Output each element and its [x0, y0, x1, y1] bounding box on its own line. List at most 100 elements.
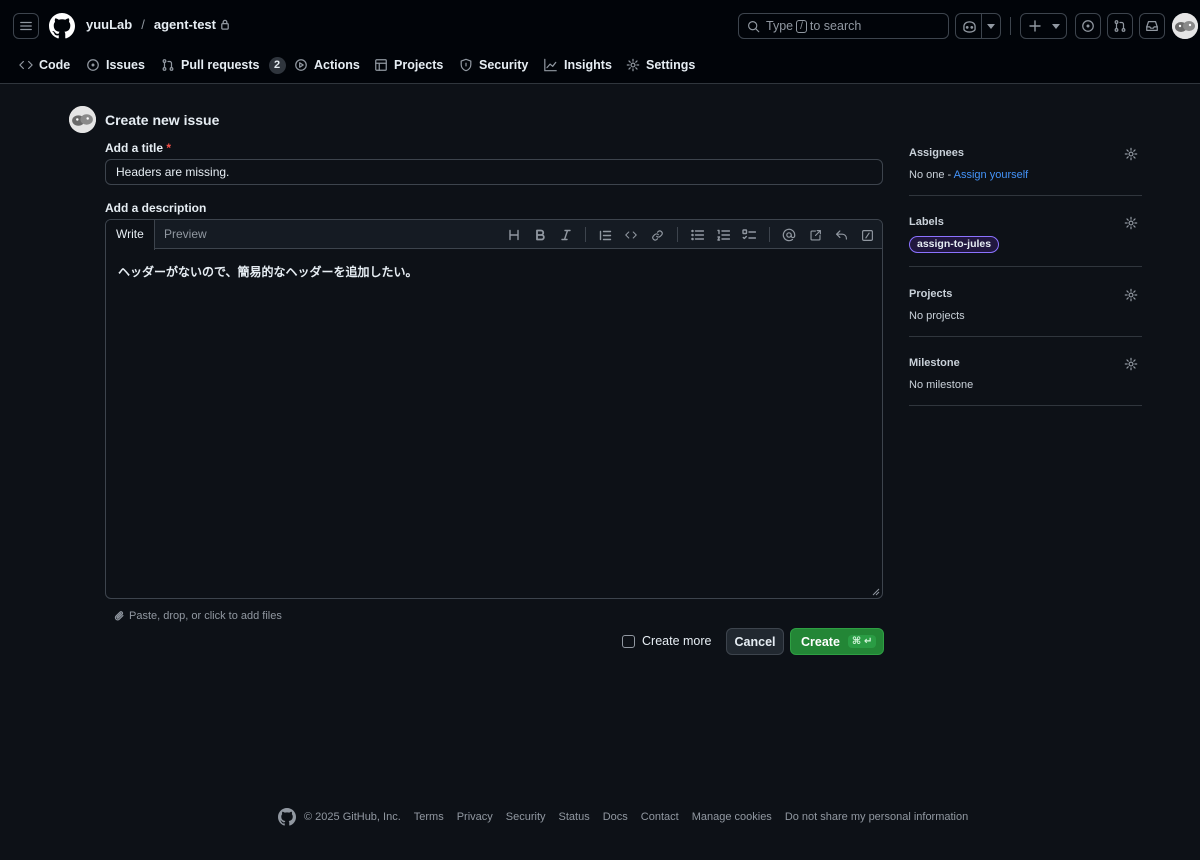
breadcrumb-separator: / — [141, 17, 145, 32]
shield-icon — [460, 58, 472, 72]
list-unordered-icon — [690, 229, 704, 241]
milestone-section: Milestone No milestone — [909, 357, 1142, 397]
footer-link-do-not-share[interactable]: Do not share my personal information — [785, 811, 968, 823]
slash-commands-button[interactable] — [859, 227, 875, 243]
heading-button[interactable] — [506, 227, 522, 243]
gear-icon[interactable] — [1124, 357, 1138, 371]
tab-projects[interactable]: Projects — [374, 50, 443, 80]
footer-copyright: © 2025 GitHub, Inc. — [304, 811, 401, 823]
quote-button[interactable] — [597, 227, 613, 243]
footer-link-docs[interactable]: Docs — [603, 811, 628, 823]
breadcrumb: yuuLab / agent-test — [86, 17, 230, 32]
footer-link-privacy[interactable]: Privacy — [457, 811, 493, 823]
projects-section: Projects No projects — [909, 288, 1142, 328]
code-icon — [19, 60, 33, 70]
chevron-down-icon — [1052, 24, 1060, 29]
user-avatar[interactable] — [1172, 13, 1198, 39]
heading-icon — [509, 229, 519, 241]
assign-yourself-link[interactable]: Assign yourself — [954, 169, 1029, 181]
task-list-button[interactable] — [741, 227, 757, 243]
bulleted-list-button[interactable] — [689, 227, 705, 243]
tab-code-label: Code — [39, 58, 71, 72]
breadcrumb-owner[interactable]: yuuLab — [86, 17, 132, 32]
title-field[interactable] — [105, 159, 883, 185]
create-new-button[interactable] — [1020, 13, 1067, 39]
tab-actions[interactable]: Actions — [294, 50, 360, 80]
gear-icon[interactable] — [1124, 147, 1138, 161]
menu-button[interactable] — [13, 13, 39, 39]
pull-requests-button[interactable] — [1107, 13, 1133, 39]
bold-icon — [536, 229, 545, 241]
milestone-title: Milestone — [909, 357, 960, 369]
search-suffix: to search — [809, 19, 862, 33]
tab-code[interactable]: Code — [19, 50, 70, 80]
toolbar-divider — [585, 227, 586, 242]
top-bar: yuuLab / agent-test Type / to search — [0, 0, 1200, 50]
create-more-toggle[interactable]: Create more — [622, 634, 711, 648]
resize-handle-icon[interactable] — [872, 588, 880, 596]
tab-pull-requests[interactable]: Pull requests 2 — [161, 50, 286, 80]
footer-link-status[interactable]: Status — [559, 811, 590, 823]
inbox-button[interactable] — [1139, 13, 1165, 39]
footer-link-terms[interactable]: Terms — [414, 811, 444, 823]
reference-button[interactable] — [807, 227, 823, 243]
tab-projects-label: Projects — [394, 58, 444, 72]
app-header: yuuLab / agent-test Type / to search Cod… — [0, 0, 1200, 84]
tab-insights-label: Insights — [564, 58, 612, 72]
tab-settings[interactable]: Settings — [626, 50, 695, 80]
description-textarea[interactable]: ヘッダーがないので、簡易的なヘッダーを追加したい。 — [118, 263, 418, 280]
sidebar-divider — [909, 266, 1142, 267]
copilot-divider — [981, 14, 982, 38]
slash-icon — [861, 229, 873, 241]
footer-link-security[interactable]: Security — [506, 811, 546, 823]
tab-insights[interactable]: Insights — [543, 50, 612, 80]
footer-link-manage-cookies[interactable]: Manage cookies — [692, 811, 772, 823]
sidebar-divider — [909, 195, 1142, 196]
italic-button[interactable] — [558, 227, 574, 243]
tab-preview[interactable]: Preview — [154, 220, 217, 249]
table-icon — [375, 59, 387, 71]
labels-title: Labels — [909, 216, 944, 228]
play-icon — [295, 59, 307, 71]
attach-files[interactable]: Paste, drop, or click to add files — [114, 610, 282, 622]
create-button[interactable]: Create ⌘ ↵ — [790, 628, 884, 655]
bold-button[interactable] — [532, 227, 548, 243]
cross-reference-icon — [809, 229, 821, 241]
graph-icon — [544, 58, 557, 72]
avatar-image — [69, 106, 96, 133]
quote-icon — [599, 230, 611, 241]
required-mark: * — [166, 141, 172, 155]
sidebar-divider — [909, 405, 1142, 406]
toolbar-divider — [677, 227, 678, 242]
label-badge[interactable]: assign-to-jules — [909, 236, 1000, 253]
editor-toolbar: Write Preview — [106, 220, 882, 250]
footer-link-contact[interactable]: Contact — [641, 811, 679, 823]
page-title: Create new issue — [105, 112, 220, 128]
tab-security[interactable]: Security — [459, 50, 528, 80]
code-button[interactable] — [623, 227, 639, 243]
gear-icon[interactable] — [1124, 216, 1138, 230]
mention-button[interactable] — [781, 227, 797, 243]
numbered-list-button[interactable] — [715, 227, 731, 243]
tab-issues[interactable]: Issues — [86, 50, 145, 80]
author-avatar — [69, 106, 96, 133]
inbox-icon — [1146, 21, 1158, 31]
pull-requests-counter: 2 — [268, 56, 286, 74]
copilot-button[interactable] — [955, 13, 1001, 39]
gear-icon[interactable] — [1124, 288, 1138, 302]
github-icon[interactable] — [278, 808, 296, 826]
title-label-text: Add a title — [105, 141, 164, 155]
tab-write[interactable]: Write — [106, 220, 155, 250]
create-more-checkbox[interactable] — [622, 634, 635, 648]
github-logo[interactable] — [49, 13, 75, 39]
breadcrumb-repo[interactable]: agent-test — [154, 17, 216, 32]
issues-button[interactable] — [1075, 13, 1101, 39]
saved-replies-button[interactable] — [833, 227, 849, 243]
search-input[interactable]: Type / to search — [738, 13, 949, 39]
tasklist-icon — [742, 229, 756, 240]
link-button[interactable] — [649, 227, 665, 243]
cancel-button[interactable]: Cancel — [726, 628, 784, 655]
avatar-image — [1172, 13, 1198, 39]
copilot-icon — [963, 20, 976, 33]
issue-opened-icon — [87, 59, 99, 71]
